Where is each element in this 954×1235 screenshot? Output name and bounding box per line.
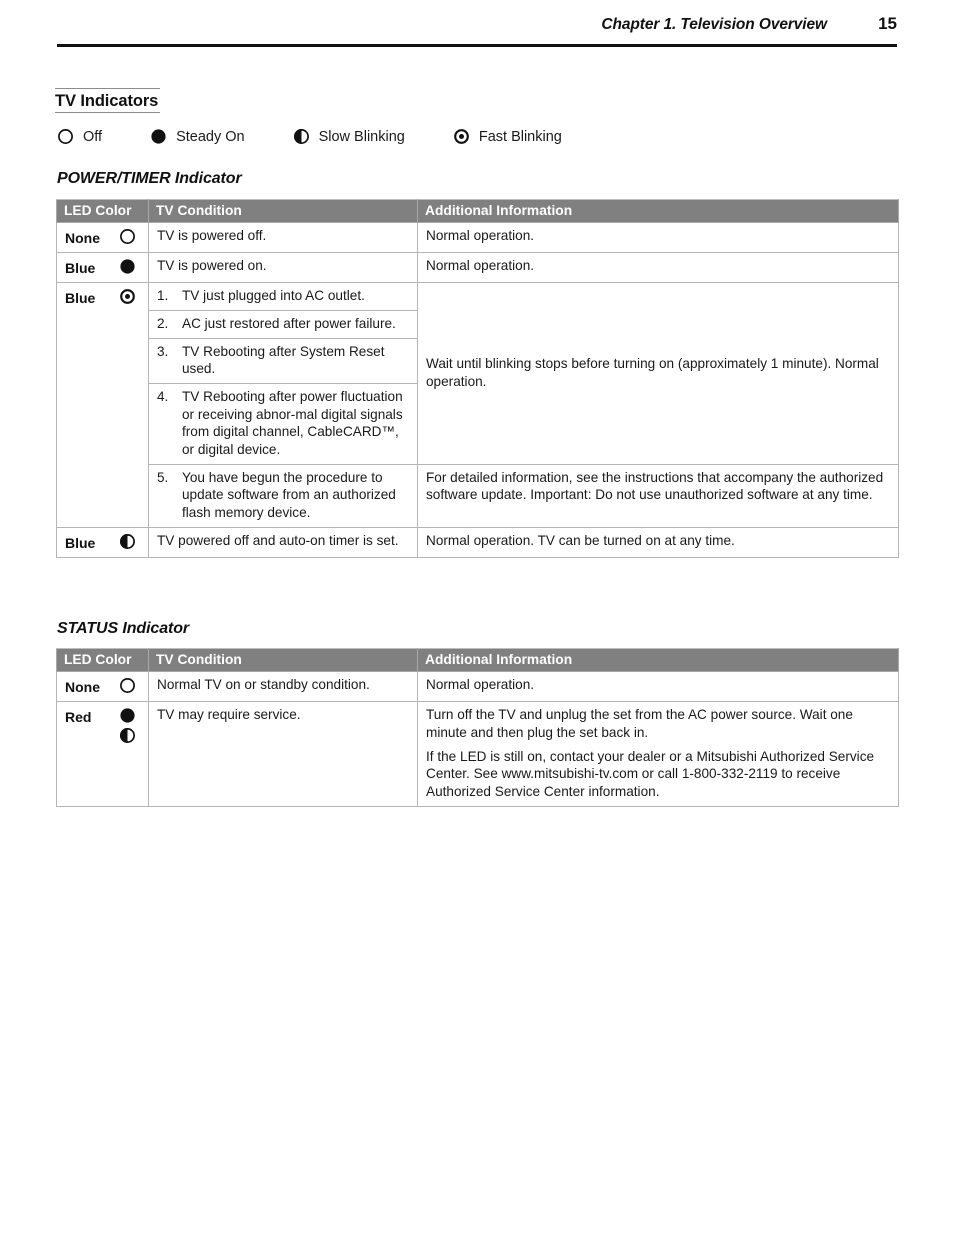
additional-information-cell: Normal operation. [417,221,899,254]
column-header-additional-information: Additional Information [417,648,899,672]
led-color-cell: Blue [56,282,149,528]
list-item-number: 4. [157,389,169,405]
list-item-text: TV Rebooting after System Reset used. [182,343,385,377]
column-header-tv-condition: TV Condition [148,648,418,672]
led-color-name: Blue [65,534,96,551]
table-row: 5. You have begun the procedure to updat… [57,463,899,528]
tv-condition-cell: TV is powered on. [148,252,418,284]
table-row: None TV is powered off. Normal operation… [56,221,899,254]
page-title: TV Indicators [55,92,159,110]
tv-condition-cell: TV may require service. [148,701,418,807]
led-fast-blinking-icon [453,128,470,145]
led-color-cell: Blue [56,252,149,284]
led-color-cell: None [56,221,149,254]
led-color-name: Blue [65,260,96,277]
status-table: LED Color TV Condition Additional Inform… [56,648,899,807]
led-color-cell: Blue [56,526,149,558]
led-steady-on-icon [150,128,167,145]
list-item-text: TV Rebooting after power fluctuation or … [182,389,403,458]
list-item-number: 3. [157,343,169,359]
list-item-number: 5. [157,469,169,485]
legend-item-slow-blinking: Slow Blinking [293,128,405,145]
additional-information-cell: Normal operation. [417,670,899,703]
legend-item-steady-on: Steady On [150,128,245,145]
tv-condition-cell: Normal TV on or standby condition. [148,670,418,703]
page-running-header: Chapter 1. Television Overview 15 [57,14,897,48]
led-color-cell: None [56,670,149,703]
led-slow-blinking-icon [293,128,310,145]
led-off-icon [57,128,74,145]
list-item-number: 2. [157,316,169,332]
table-header-row: LED Color TV Condition Additional Inform… [56,199,899,223]
header-row: Chapter 1. Television Overview 15 [57,14,897,40]
tv-condition-cell: 5. You have begun the procedure to updat… [148,463,418,528]
list-item-text: TV just plugged into AC outlet. [182,288,365,304]
additional-information-cell: Turn off the TV and unplug the set from … [417,701,899,807]
table-row: Blue TV is powered on. Normal operation. [56,252,899,284]
chapter-title: Chapter 1. Television Overview [601,16,827,33]
led-icon-stack [119,707,136,744]
column-header-additional-information: Additional Information [417,199,899,223]
power-timer-table: LED Color TV Condition Additional Inform… [56,199,899,558]
legend-label-off: Off [83,128,103,145]
led-color-name: None [65,230,100,246]
led-color-name: Blue [65,290,96,307]
legend-item-fast-blinking: Fast Blinking [453,128,562,145]
info-paragraph-1: Turn off the TV and unplug the set from … [426,707,853,740]
info-paragraph-2: If the LED is still on, contact your dea… [426,748,875,799]
tv-indicators-underline: TV Indicators [55,88,161,113]
legend-label-steady-on: Steady On [176,128,245,145]
list-item-text: AC just restored after power failure. [182,316,396,332]
tv-condition-cell: TV is powered off. [148,221,418,254]
additional-information-cell: For detailed information, see the instru… [417,463,899,528]
tv-condition-cell: 2. AC just restored after power failure. [148,310,418,339]
led-off-icon [119,228,136,245]
tv-condition-cell: TV powered off and auto-on timer is set. [148,526,418,558]
led-slow-blinking-icon [119,533,136,550]
table-row: None Normal TV on or standby condition. … [56,670,899,703]
column-header-tv-condition: TV Condition [148,199,418,223]
tv-indicators-heading-block: TV Indicators [55,88,905,113]
led-legend: Off Steady On Slow Blinking Fast Blinkin… [57,128,907,145]
power-timer-heading: POWER/TIMER Indicator [57,170,242,187]
tv-condition-cell: 1. TV just plugged into AC outlet. [148,282,418,312]
tv-condition-cell: 3. TV Rebooting after System Reset used. [148,337,418,385]
column-header-led-color: LED Color [56,199,149,223]
led-fast-blinking-icon [119,288,136,305]
status-heading: STATUS Indicator [57,620,190,637]
table-row: Blue 1. TV just plugged into AC outlet. … [56,282,899,528]
legend-label-slow-blinking: Slow Blinking [318,128,405,145]
table-header-row: LED Color TV Condition Additional Inform… [56,648,899,672]
additional-information-cell: Wait until blinking stops before turning… [417,282,899,465]
led-steady-on-icon [119,707,136,724]
led-steady-on-icon [119,258,136,275]
table-row: Red TV may require service. Turn off the… [56,701,899,807]
led-slow-blinking-icon [119,727,136,744]
led-color-name: Red [65,709,92,726]
table-row: Blue TV powered off and auto-on timer is… [56,526,899,558]
header-rule [57,44,897,47]
additional-information-cell: Normal operation. TV can be turned on at… [417,526,899,558]
additional-information-cell: Normal operation. [417,252,899,284]
tv-condition-cell: 4. TV Rebooting after power fluctuation … [148,383,418,465]
column-header-led-color: LED Color [56,648,149,672]
led-color-cell: Red [56,701,149,807]
page-number: 15 [878,14,897,33]
list-item-number: 1. [157,288,169,304]
list-item-text: You have begun the procedure to update s… [182,469,396,521]
led-off-icon [119,677,136,694]
legend-label-fast-blinking: Fast Blinking [478,128,562,145]
legend-item-off: Off [57,128,102,145]
led-color-name: None [65,679,100,695]
